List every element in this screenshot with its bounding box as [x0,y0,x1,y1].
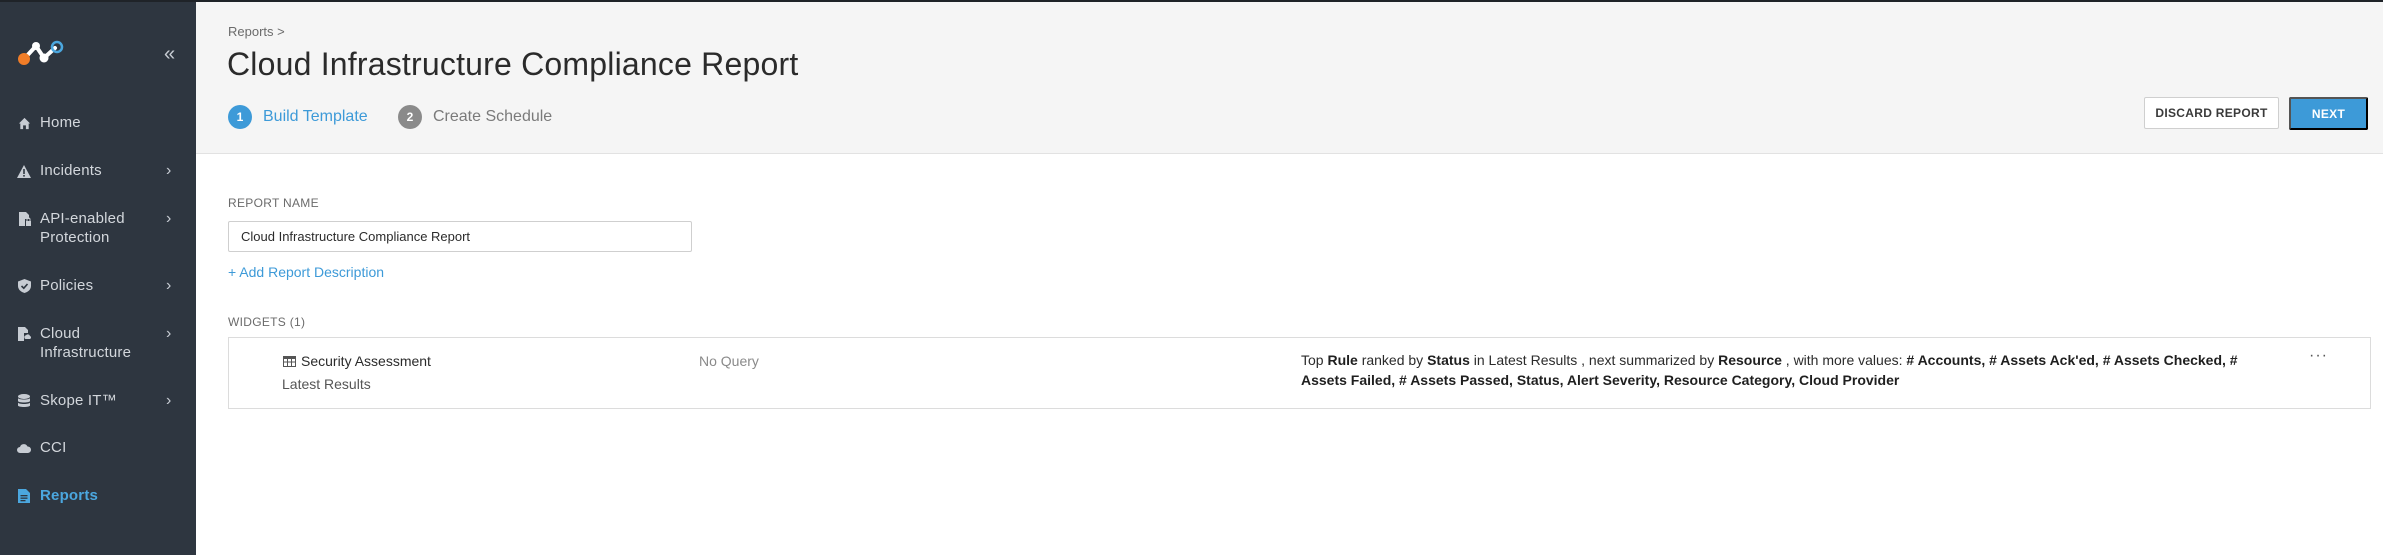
step-build-template[interactable]: 1 Build Template [228,105,368,129]
sidebar-item-label: Reports [40,487,99,504]
warning-icon [16,163,32,179]
sidebar-item-incidents[interactable]: Incidents › [0,161,196,180]
chevron-right-icon: › [166,325,172,342]
widget-title-text: Security Assessment [301,353,431,369]
report-name-input[interactable] [228,221,692,252]
step-label: Create Schedule [433,108,553,125]
summary-text: ranked by [1357,352,1428,368]
sidebar-item-label: Home [40,114,81,131]
summary-field: Rule [1327,352,1358,368]
sidebar: « Home Incidents › API-enabled Protectio… [0,2,196,555]
widget-summary: Top Rule ranked by Status in Latest Resu… [1301,350,2281,390]
step-number: 2 [398,105,422,129]
sidebar-item-label: CCI [40,439,67,456]
report-icon [16,488,32,504]
cloud-infra-icon [16,326,32,342]
next-button[interactable]: NEXT [2289,97,2368,130]
database-icon [16,393,32,409]
breadcrumb[interactable]: Reports > [228,24,285,39]
document-lock-icon [16,211,32,227]
summary-text: in Latest Results , next summarized by [1469,352,1719,368]
page-header: Reports > Cloud Infrastructure Complianc… [196,2,2383,154]
table-icon [283,355,296,367]
sidebar-item-home[interactable]: Home [0,113,196,132]
sidebar-item-api-enabled-protection[interactable]: API-enabled Protection › [0,209,196,247]
discard-report-button[interactable]: DISCARD REPORT [2144,97,2279,129]
sidebar-item-label: Cloud Infrastructure [40,325,132,361]
sidebar-item-reports[interactable]: Reports [0,486,196,505]
add-report-description-link[interactable]: + Add Report Description [228,264,384,280]
sidebar-item-skope-it[interactable]: Skope IT™ › [0,391,196,410]
widget-query: No Query [699,353,759,369]
netskope-logo [18,40,64,65]
sidebar-item-label: Incidents [40,162,102,179]
more-options-icon[interactable]: ··· [2309,347,2328,365]
summary-text: Top [1301,352,1328,368]
chevron-right-icon: › [166,210,172,227]
sidebar-item-cci[interactable]: CCI [0,438,196,457]
chevron-right-icon: › [166,162,172,179]
sidebar-item-label: Policies [40,277,94,294]
step-create-schedule[interactable]: 2 Create Schedule [398,105,552,129]
widget-subtitle: Latest Results [282,376,371,392]
summary-field: Status [1427,352,1470,368]
home-icon [16,115,32,131]
page-title: Cloud Infrastructure Compliance Report [227,46,799,82]
step-number: 1 [228,105,252,129]
report-name-label: REPORT NAME [228,196,319,210]
widget-row[interactable]: Security Assessment Latest Results No Qu… [228,337,2371,409]
sidebar-item-label: API-enabled Protection [40,210,125,246]
summary-text: , with more values: [1781,352,1907,368]
widget-title[interactable]: Security Assessment [283,353,431,369]
sidebar-item-label: Skope IT™ [40,392,117,409]
shield-icon [16,278,32,294]
step-label: Build Template [263,108,368,125]
cloud-icon [16,440,32,456]
chevron-right-icon: › [166,277,172,294]
sidebar-item-policies[interactable]: Policies › [0,276,196,295]
summary-field: Resource [1718,352,1782,368]
chevron-right-icon: › [166,392,172,409]
widgets-label: WIDGETS (1) [228,315,306,329]
sidebar-item-cloud-infrastructure[interactable]: Cloud Infrastructure › [0,324,196,362]
collapse-sidebar-icon[interactable]: « [164,44,175,64]
